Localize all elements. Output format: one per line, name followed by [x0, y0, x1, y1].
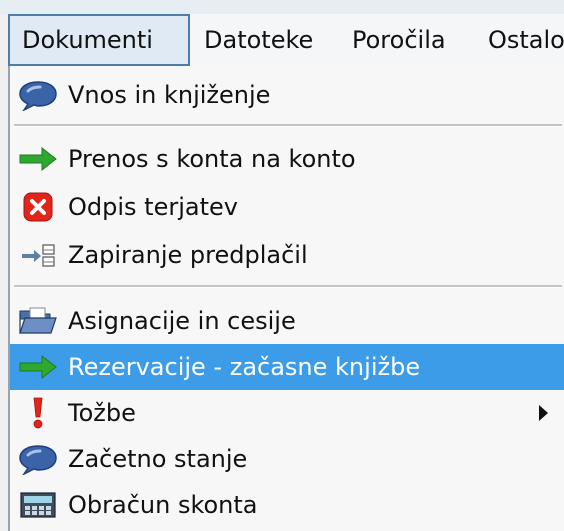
menu-item-zacetno-stanje[interactable]: Začetno stanje — [10, 436, 564, 482]
speech-bubble-icon — [18, 79, 58, 112]
menu-ostalo[interactable]: Ostalo — [476, 14, 564, 66]
menu-item-label: Rezervacije - začasne knjižbe — [68, 353, 421, 381]
menubar: Dokumenti Datoteke Poročila Ostalo — [8, 14, 564, 67]
menu-item-rezervacije-zacasne-knjizbe[interactable]: Rezervacije - začasne knjižbe — [10, 344, 564, 390]
submenu-arrow-icon — [539, 405, 548, 421]
green-arrow-icon — [18, 351, 58, 383]
menu-item-obracun-skonta[interactable]: Obračun skonta — [10, 482, 564, 528]
menu-item-prenos-s-konta-na-konto[interactable]: Prenos s konta na konto — [10, 136, 564, 182]
menu-separator — [14, 285, 562, 288]
open-folder-icon — [18, 305, 58, 337]
menu-item-odpis-terjatev[interactable]: Odpis terjatev — [10, 184, 564, 230]
menu-item-label: Začetno stanje — [68, 445, 248, 473]
speech-bubble-icon — [18, 443, 58, 476]
exclamation-icon — [18, 397, 58, 429]
menu-item-label: Prenos s konta na konto — [68, 145, 356, 173]
menu-item-label: Tožbe — [68, 399, 136, 427]
menu-item-label: Vnos in knjiženje — [68, 81, 271, 109]
dokumenti-dropdown-menu: Vnos in knjiženje Prenos s konta na kont… — [8, 66, 564, 531]
menu-separator — [14, 124, 562, 127]
menu-item-tozbe[interactable]: Tožbe — [10, 390, 564, 436]
menu-dokumenti[interactable]: Dokumenti — [8, 14, 190, 66]
window-top-strip — [0, 0, 564, 14]
menu-item-vnos-in-knjizenje[interactable]: Vnos in knjiženje — [10, 72, 564, 118]
app-window: Dokumenti Datoteke Poročila Ostalo Vnos … — [0, 0, 564, 531]
menu-datoteke[interactable]: Datoteke — [192, 14, 325, 66]
menu-item-label: Odpis terjatev — [68, 193, 238, 221]
menu-item-zapiranje-predplacil[interactable]: Zapiranje predplačil — [10, 232, 564, 278]
menu-item-asignacije-in-cesije[interactable]: Asignacije in cesije — [10, 298, 564, 344]
menu-item-label: Obračun skonta — [68, 491, 258, 519]
document-transfer-icon — [18, 239, 58, 271]
menu-item-label: Zapiranje predplačil — [68, 241, 308, 269]
menu-item-label: Asignacije in cesije — [68, 307, 296, 335]
red-x-icon — [18, 191, 58, 223]
menu-porocila[interactable]: Poročila — [340, 14, 458, 66]
green-arrow-icon — [18, 143, 58, 175]
calculator-icon — [18, 489, 58, 521]
